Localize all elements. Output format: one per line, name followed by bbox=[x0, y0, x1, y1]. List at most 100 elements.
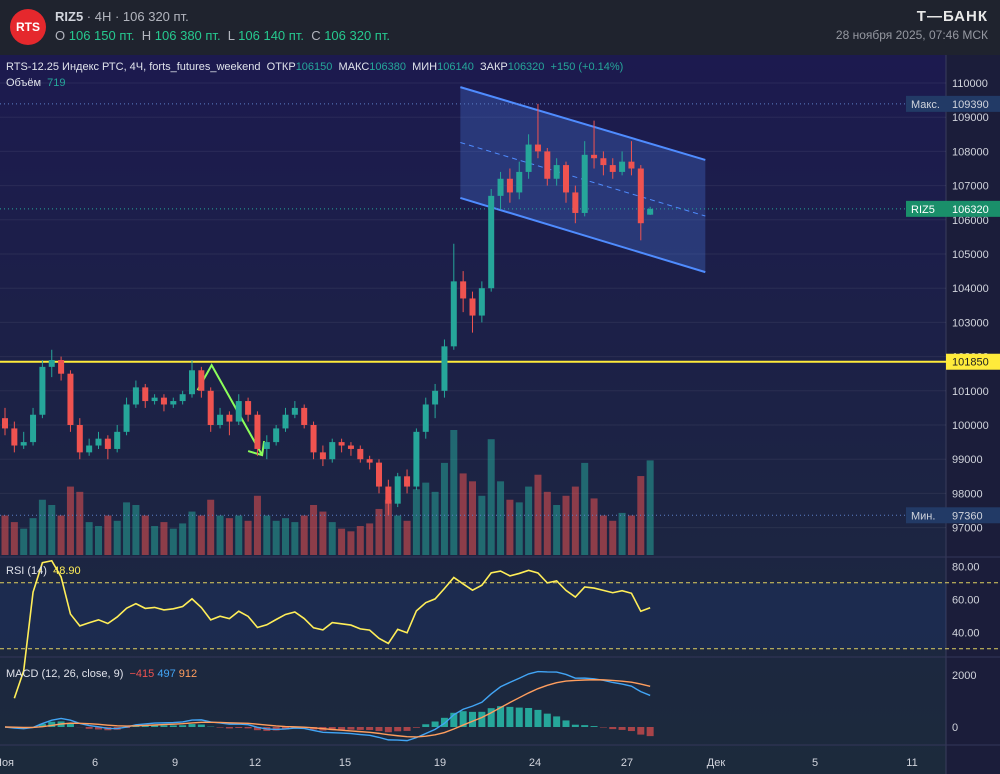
candle-body bbox=[114, 431, 121, 449]
brand-logo: Т—БАНК bbox=[916, 8, 988, 25]
volume-bar bbox=[188, 511, 196, 555]
volume-bar bbox=[506, 499, 514, 555]
volume-bar bbox=[291, 522, 299, 555]
candle-body bbox=[460, 281, 467, 299]
volume-value: 719 bbox=[47, 77, 66, 89]
macd-histogram-bar bbox=[394, 727, 402, 732]
volume-bar bbox=[123, 502, 131, 555]
volume-bar bbox=[487, 439, 495, 555]
candle-body bbox=[338, 442, 345, 446]
h-value: 106 380 пт. bbox=[154, 28, 221, 43]
macd-label: MACD (12, 26, close, 9) bbox=[6, 668, 124, 680]
macd-histogram-bar bbox=[581, 725, 589, 727]
volume-bar bbox=[328, 522, 336, 555]
macd-histogram-bar bbox=[179, 725, 187, 727]
volume-bar bbox=[347, 531, 355, 555]
candle-body bbox=[151, 397, 158, 402]
volume-bar bbox=[469, 481, 476, 555]
macd-histogram-bar bbox=[216, 727, 224, 728]
candle-body bbox=[591, 154, 598, 159]
volume-bar bbox=[375, 508, 383, 555]
volume-bar bbox=[581, 462, 589, 555]
chart-canvas[interactable]: 9700098000990001000001010001020001030001… bbox=[0, 55, 1000, 774]
volume-bar bbox=[179, 523, 187, 555]
price-label-key: Макс. bbox=[911, 99, 940, 111]
h-key: H bbox=[141, 28, 152, 43]
volume-bar bbox=[66, 486, 74, 555]
volume-bar bbox=[440, 462, 448, 555]
macd-histogram-bar bbox=[553, 716, 561, 727]
volume-bar bbox=[310, 505, 318, 555]
candle-body bbox=[123, 404, 130, 432]
macd-histogram-bar bbox=[347, 727, 355, 730]
low-value: 106140 bbox=[437, 61, 474, 73]
macd-histogram-bar bbox=[618, 727, 626, 730]
price-tick-label: 98000 bbox=[952, 488, 983, 500]
l-key: L bbox=[227, 28, 235, 43]
macd-histogram-bar bbox=[160, 725, 168, 727]
macd-hist-value: −415 bbox=[129, 668, 155, 680]
time-tick-label: Ноя bbox=[0, 757, 14, 769]
time-tick-label: 24 bbox=[529, 757, 541, 769]
candle-body bbox=[376, 462, 382, 487]
volume-bar bbox=[525, 486, 533, 555]
macd-histogram-bar bbox=[571, 724, 579, 727]
volume-bar bbox=[422, 482, 430, 555]
volume-bar bbox=[113, 520, 121, 555]
price-tick-label: 105000 bbox=[952, 249, 989, 261]
candle-body bbox=[319, 452, 326, 460]
volume-bar bbox=[197, 515, 205, 555]
c-key: C bbox=[311, 28, 321, 43]
price-tick-label: 99000 bbox=[952, 454, 983, 466]
candle-body bbox=[282, 414, 289, 429]
volume-bar bbox=[216, 515, 224, 555]
time-tick-label: 19 bbox=[434, 757, 446, 769]
candle-body bbox=[179, 394, 186, 402]
interval: 4H bbox=[94, 9, 112, 24]
price-tick-label: 100000 bbox=[952, 420, 989, 432]
volume-bar bbox=[10, 522, 18, 555]
volume-bar bbox=[459, 473, 467, 555]
candle-body bbox=[132, 387, 139, 405]
candle-body bbox=[525, 144, 532, 172]
last-price: 106 320 пт. bbox=[122, 9, 189, 24]
volume-bar bbox=[590, 498, 598, 555]
volume-bar bbox=[169, 528, 177, 555]
candle-body bbox=[563, 165, 569, 193]
macd-histogram-bar bbox=[225, 727, 233, 729]
candle-body bbox=[245, 401, 252, 415]
candle-body bbox=[366, 459, 373, 463]
time-tick-label: 12 bbox=[249, 757, 261, 769]
price-tick-label: 107000 bbox=[952, 181, 989, 193]
candle-body bbox=[95, 438, 102, 446]
candle-body bbox=[170, 401, 177, 405]
volume-bar bbox=[646, 460, 654, 555]
volume-bar bbox=[76, 491, 84, 555]
candle-body bbox=[385, 486, 392, 504]
candle-body bbox=[506, 178, 513, 193]
price-tick-label: 97000 bbox=[952, 523, 983, 535]
candle-body bbox=[357, 448, 364, 460]
price-label-value: 109390 bbox=[952, 99, 989, 111]
volume-bar bbox=[104, 515, 112, 555]
volume-bar bbox=[253, 495, 261, 555]
volume-bar bbox=[497, 481, 505, 555]
price-tick-label: 104000 bbox=[952, 283, 989, 295]
rsi-label: RSI (14) bbox=[6, 565, 47, 577]
volume-bar bbox=[562, 495, 570, 555]
candle-body bbox=[263, 442, 270, 449]
candle-body bbox=[20, 442, 27, 446]
macd-histogram-bar bbox=[412, 727, 420, 728]
volume-legend: Объём 719 bbox=[6, 77, 66, 89]
legend-title: RTS-12.25 Индекс РТС, 4Ч, forts_futures_… bbox=[6, 61, 261, 73]
macd-histogram-bar bbox=[562, 720, 570, 727]
macd-histogram-bar bbox=[384, 727, 392, 733]
volume-bar bbox=[609, 520, 617, 555]
volume-bar bbox=[263, 515, 271, 555]
close-key: ЗАКР bbox=[479, 61, 508, 73]
time-tick-label: 27 bbox=[621, 757, 633, 769]
price-label-value: 106320 bbox=[952, 204, 989, 216]
volume-bar bbox=[244, 520, 252, 555]
macd-histogram-bar bbox=[356, 727, 364, 730]
volume-bar bbox=[478, 495, 486, 555]
